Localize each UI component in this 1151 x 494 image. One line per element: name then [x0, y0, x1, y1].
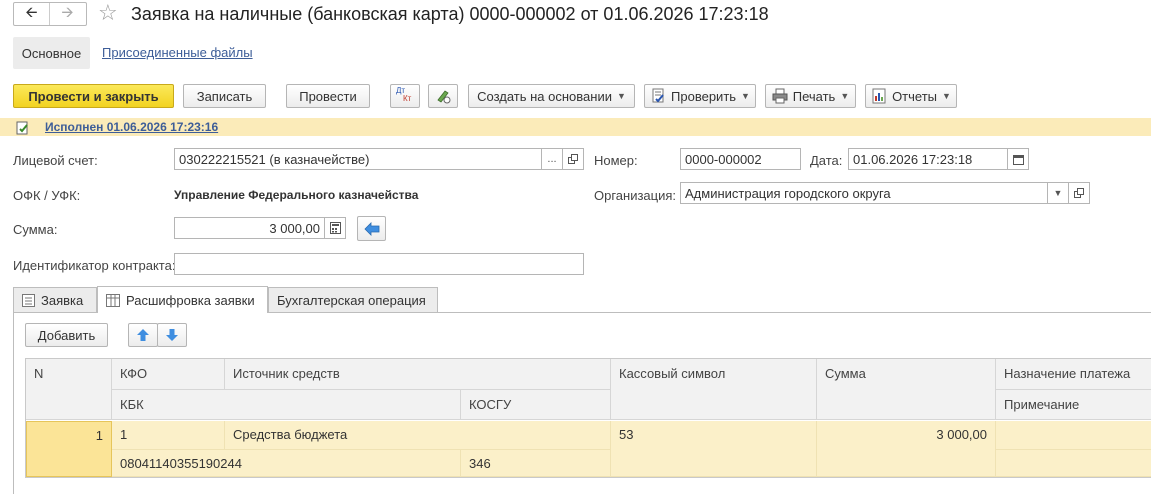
- forward-button[interactable]: 🡪: [50, 3, 85, 25]
- ofk-label: ОФК / УФК:: [13, 188, 81, 203]
- dt-kt-button[interactable]: Дт Кт: [390, 84, 420, 108]
- number-label: Номер:: [594, 153, 638, 168]
- tab-request-details[interactable]: Расшифровка заявки: [97, 286, 268, 313]
- number-field[interactable]: 0000-000002: [680, 148, 801, 170]
- column-header-sum[interactable]: Сумма: [817, 359, 996, 420]
- cell-source[interactable]: Средства бюджета: [225, 421, 611, 450]
- column-header-kosgu[interactable]: КОСГУ: [461, 390, 611, 420]
- cell-n[interactable]: 1: [26, 421, 112, 477]
- tab-request[interactable]: Заявка: [13, 287, 97, 312]
- account-select-button[interactable]: ...: [541, 148, 563, 170]
- cell-cash-symbol[interactable]: 53: [611, 421, 817, 477]
- cell-kosgu[interactable]: 346: [461, 450, 611, 477]
- column-header-cash-symbol[interactable]: Кассовый символ: [611, 359, 817, 420]
- sum-label: Сумма:: [13, 222, 58, 237]
- cell-kbk[interactable]: 08041140355190244: [112, 450, 461, 477]
- arrow-right-icon: 🡪: [61, 3, 74, 21]
- view-tab-files-link[interactable]: Присоединенные файлы: [102, 45, 253, 60]
- open-window-icon: [1073, 187, 1084, 198]
- column-header-purpose[interactable]: Назначение платежа: [996, 359, 1151, 390]
- pencil-icon: [437, 90, 451, 104]
- add-row-button[interactable]: Добавить: [25, 323, 108, 347]
- document-status-icon: [16, 121, 28, 135]
- contract-id-label: Идентификатор контракта:: [13, 258, 176, 273]
- account-field[interactable]: 030222215521 (в казначействе): [174, 148, 542, 170]
- check-document-icon: [652, 88, 664, 103]
- post-and-close-button[interactable]: Провести и закрыть: [13, 84, 174, 108]
- caret-down-icon: ▼: [1053, 188, 1063, 198]
- move-up-button[interactable]: [128, 323, 158, 347]
- column-header-note[interactable]: Примечание: [996, 390, 1151, 420]
- print-button[interactable]: Печать ▼: [765, 84, 856, 108]
- cell-sum[interactable]: 3 000,00: [817, 421, 996, 477]
- date-label: Дата:: [810, 153, 843, 168]
- tab-frame: [13, 312, 14, 494]
- contract-id-field[interactable]: [174, 253, 584, 275]
- save-button[interactable]: Записать: [183, 84, 266, 108]
- create-based-on-button[interactable]: Создать на основании ▼: [468, 84, 635, 108]
- caret-down-icon: ▼: [616, 91, 626, 101]
- page-title: Заявка на наличные (банковская карта) 00…: [131, 4, 769, 24]
- check-button[interactable]: Проверить ▼: [644, 84, 756, 108]
- organization-label: Организация:: [594, 188, 677, 203]
- date-field[interactable]: 01.06.2026 17:23:18: [848, 148, 1008, 170]
- account-open-button[interactable]: [562, 148, 584, 170]
- edit-posting-button[interactable]: [428, 84, 458, 108]
- caret-down-icon: ▼: [741, 91, 750, 101]
- details-table: N КФО Источник средств КБК КОСГУ Кассовы…: [25, 358, 1151, 478]
- column-header-n[interactable]: N: [26, 359, 112, 420]
- caret-down-icon: ▼: [840, 91, 850, 101]
- view-tab-main[interactable]: Основное: [13, 37, 90, 69]
- calendar-icon: [1012, 154, 1024, 165]
- table-icon: [106, 293, 120, 307]
- date-picker-button[interactable]: [1007, 148, 1029, 170]
- cell-kfo[interactable]: 1: [112, 421, 225, 450]
- calculator-button[interactable]: [324, 217, 346, 239]
- document-lines-icon: [22, 293, 35, 307]
- ellipsis-icon: ...: [547, 153, 557, 165]
- account-label: Лицевой счет:: [13, 153, 98, 168]
- arrow-left-blue-icon: [363, 221, 379, 236]
- caret-down-icon: ▼: [942, 91, 951, 101]
- post-button[interactable]: Провести: [286, 84, 370, 108]
- nav-buttons: 🡨 🡪: [13, 2, 87, 26]
- printer-icon: [772, 88, 788, 104]
- column-header-kbk[interactable]: КБК: [112, 390, 461, 420]
- back-button[interactable]: 🡨: [14, 3, 50, 25]
- organization-dropdown-button[interactable]: ▼: [1047, 182, 1069, 204]
- open-window-icon: [567, 153, 578, 164]
- column-header-source[interactable]: Источник средств: [225, 359, 611, 390]
- cell-note[interactable]: [996, 450, 1151, 477]
- organization-open-button[interactable]: [1068, 182, 1090, 204]
- arrow-up-icon: [137, 329, 149, 341]
- move-down-button[interactable]: [157, 323, 187, 347]
- report-chart-icon: [872, 88, 886, 104]
- fill-sum-button[interactable]: [357, 216, 386, 241]
- organization-field[interactable]: Администрация городского округа: [680, 182, 1048, 204]
- sum-field[interactable]: 3 000,00: [174, 217, 325, 239]
- ofk-value: Управление Федерального казначейства: [174, 188, 419, 202]
- tab-accounting-operation[interactable]: Бухгалтерская операция: [268, 287, 438, 312]
- favorite-star-icon[interactable]: ☆: [98, 1, 118, 25]
- column-header-kfo[interactable]: КФО: [112, 359, 225, 390]
- reports-button[interactable]: Отчеты ▼: [865, 84, 957, 108]
- arrow-left-icon: 🡨: [25, 3, 38, 21]
- calculator-icon: [329, 222, 341, 234]
- arrow-down-icon: [166, 329, 178, 341]
- cell-purpose[interactable]: [996, 421, 1151, 450]
- status-link[interactable]: Исполнен 01.06.2026 17:23:16: [45, 120, 218, 134]
- dt-kt-icon: Дт Кт: [396, 86, 412, 103]
